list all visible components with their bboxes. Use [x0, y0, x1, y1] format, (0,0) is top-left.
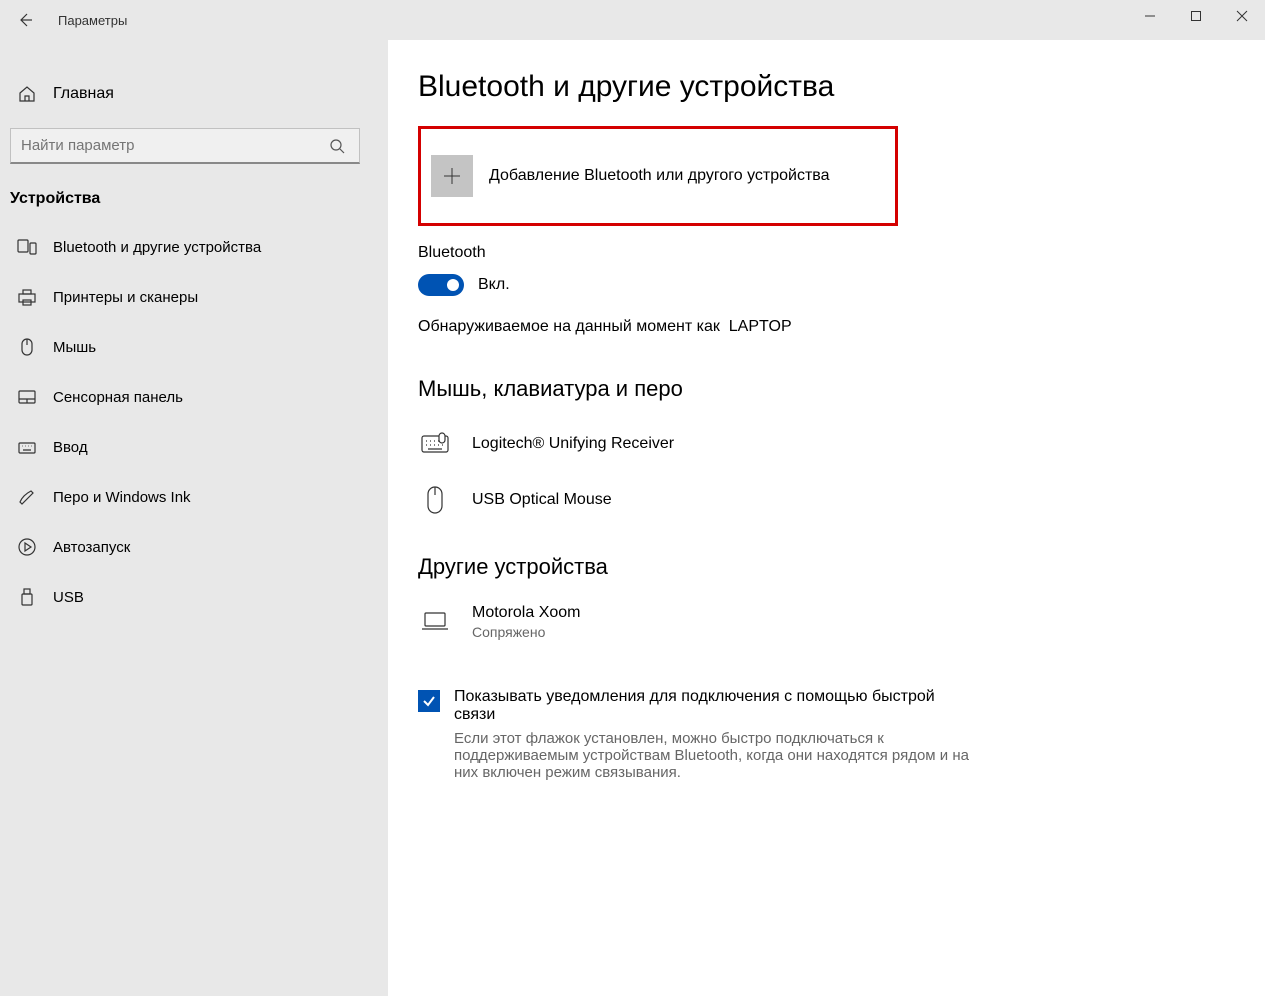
mouse-device-icon [418, 484, 452, 516]
sidebar-item-label: Bluetooth и другие устройства [53, 239, 261, 256]
usb-icon [17, 587, 37, 607]
sidebar-item-label: Автозапуск [53, 539, 130, 556]
checkbox-description: Если этот флажок установлен, можно быстр… [454, 730, 994, 781]
window-controls [1127, 0, 1265, 32]
sidebar-item-usb[interactable]: USB [0, 572, 388, 622]
sidebar-item-bluetooth[interactable]: Bluetooth и другие устройства [0, 222, 388, 272]
home-icon [17, 85, 37, 103]
toggle-state-label: Вкл. [478, 276, 510, 294]
sidebar-item-label: Ввод [53, 439, 88, 456]
touchpad-icon [17, 387, 37, 407]
quick-connect-checkbox[interactable] [418, 690, 440, 712]
titlebar: Параметры [0, 0, 1265, 40]
sidebar: Главная Устройства Bluetooth и другие ус… [0, 40, 388, 996]
device-name: Logitech® Unifying Receiver [472, 435, 674, 453]
discoverable-name: LAPTOP [729, 318, 792, 335]
device-row[interactable]: Motorola Xoom Сопряжено [418, 594, 1245, 650]
sidebar-item-label: Перо и Windows Ink [53, 489, 191, 506]
discoverable-text: Обнаруживаемое на данный момент как LAPT… [418, 318, 1245, 336]
sidebar-item-label: Принтеры и сканеры [53, 289, 198, 306]
toggle-knob [447, 279, 459, 291]
checkbox-label: Показывать уведомления для подключения с… [454, 688, 974, 724]
device-name: Motorola Xoom [472, 604, 581, 622]
maximize-button[interactable] [1173, 0, 1219, 32]
printer-icon [17, 287, 37, 307]
add-device-button[interactable]: Добавление Bluetooth или другого устройс… [418, 126, 898, 226]
sidebar-category-header: Устройства [0, 174, 388, 222]
back-button[interactable] [0, 0, 50, 40]
sidebar-item-pen[interactable]: Перо и Windows Ink [0, 472, 388, 522]
search-box[interactable] [10, 128, 360, 164]
autoplay-icon [17, 537, 37, 557]
plus-icon [431, 155, 473, 197]
sidebar-item-printers[interactable]: Принтеры и сканеры [0, 272, 388, 322]
device-row[interactable]: USB Optical Mouse [418, 472, 1245, 528]
sidebar-item-mouse[interactable]: Мышь [0, 322, 388, 372]
sidebar-item-touchpad[interactable]: Сенсорная панель [0, 372, 388, 422]
search-input[interactable] [21, 137, 329, 154]
arrow-left-icon [16, 11, 34, 29]
page-title: Bluetooth и другие устройства [418, 70, 1245, 104]
sidebar-item-label: Сенсорная панель [53, 389, 183, 406]
sidebar-item-typing[interactable]: Ввод [0, 422, 388, 472]
pen-icon [17, 487, 37, 507]
window-title: Параметры [58, 13, 127, 28]
device-row[interactable]: Logitech® Unifying Receiver [418, 416, 1245, 472]
section-mouse-keyboard: Мышь, клавиатура и перо [418, 376, 1245, 402]
checkmark-icon [421, 693, 437, 709]
sidebar-item-label: Мышь [53, 339, 96, 356]
mouse-icon [17, 337, 37, 357]
section-other-devices: Другие устройства [418, 554, 1245, 580]
devices-icon [17, 237, 37, 257]
bluetooth-label: Bluetooth [418, 244, 1245, 262]
search-icon [329, 138, 349, 154]
sidebar-item-autoplay[interactable]: Автозапуск [0, 522, 388, 572]
main-content: Bluetooth и другие устройства Добавление… [388, 40, 1265, 996]
laptop-device-icon [418, 610, 452, 634]
minimize-button[interactable] [1127, 0, 1173, 32]
device-name: USB Optical Mouse [472, 491, 612, 509]
sidebar-home[interactable]: Главная [0, 70, 388, 118]
close-button[interactable] [1219, 0, 1265, 32]
sidebar-item-label: USB [53, 589, 84, 606]
bluetooth-toggle[interactable] [418, 274, 464, 296]
keyboard-icon [17, 437, 37, 457]
sidebar-home-label: Главная [53, 85, 114, 103]
add-device-label: Добавление Bluetooth или другого устройс… [489, 167, 830, 185]
device-status: Сопряжено [472, 624, 581, 640]
keyboard-device-icon [418, 432, 452, 456]
